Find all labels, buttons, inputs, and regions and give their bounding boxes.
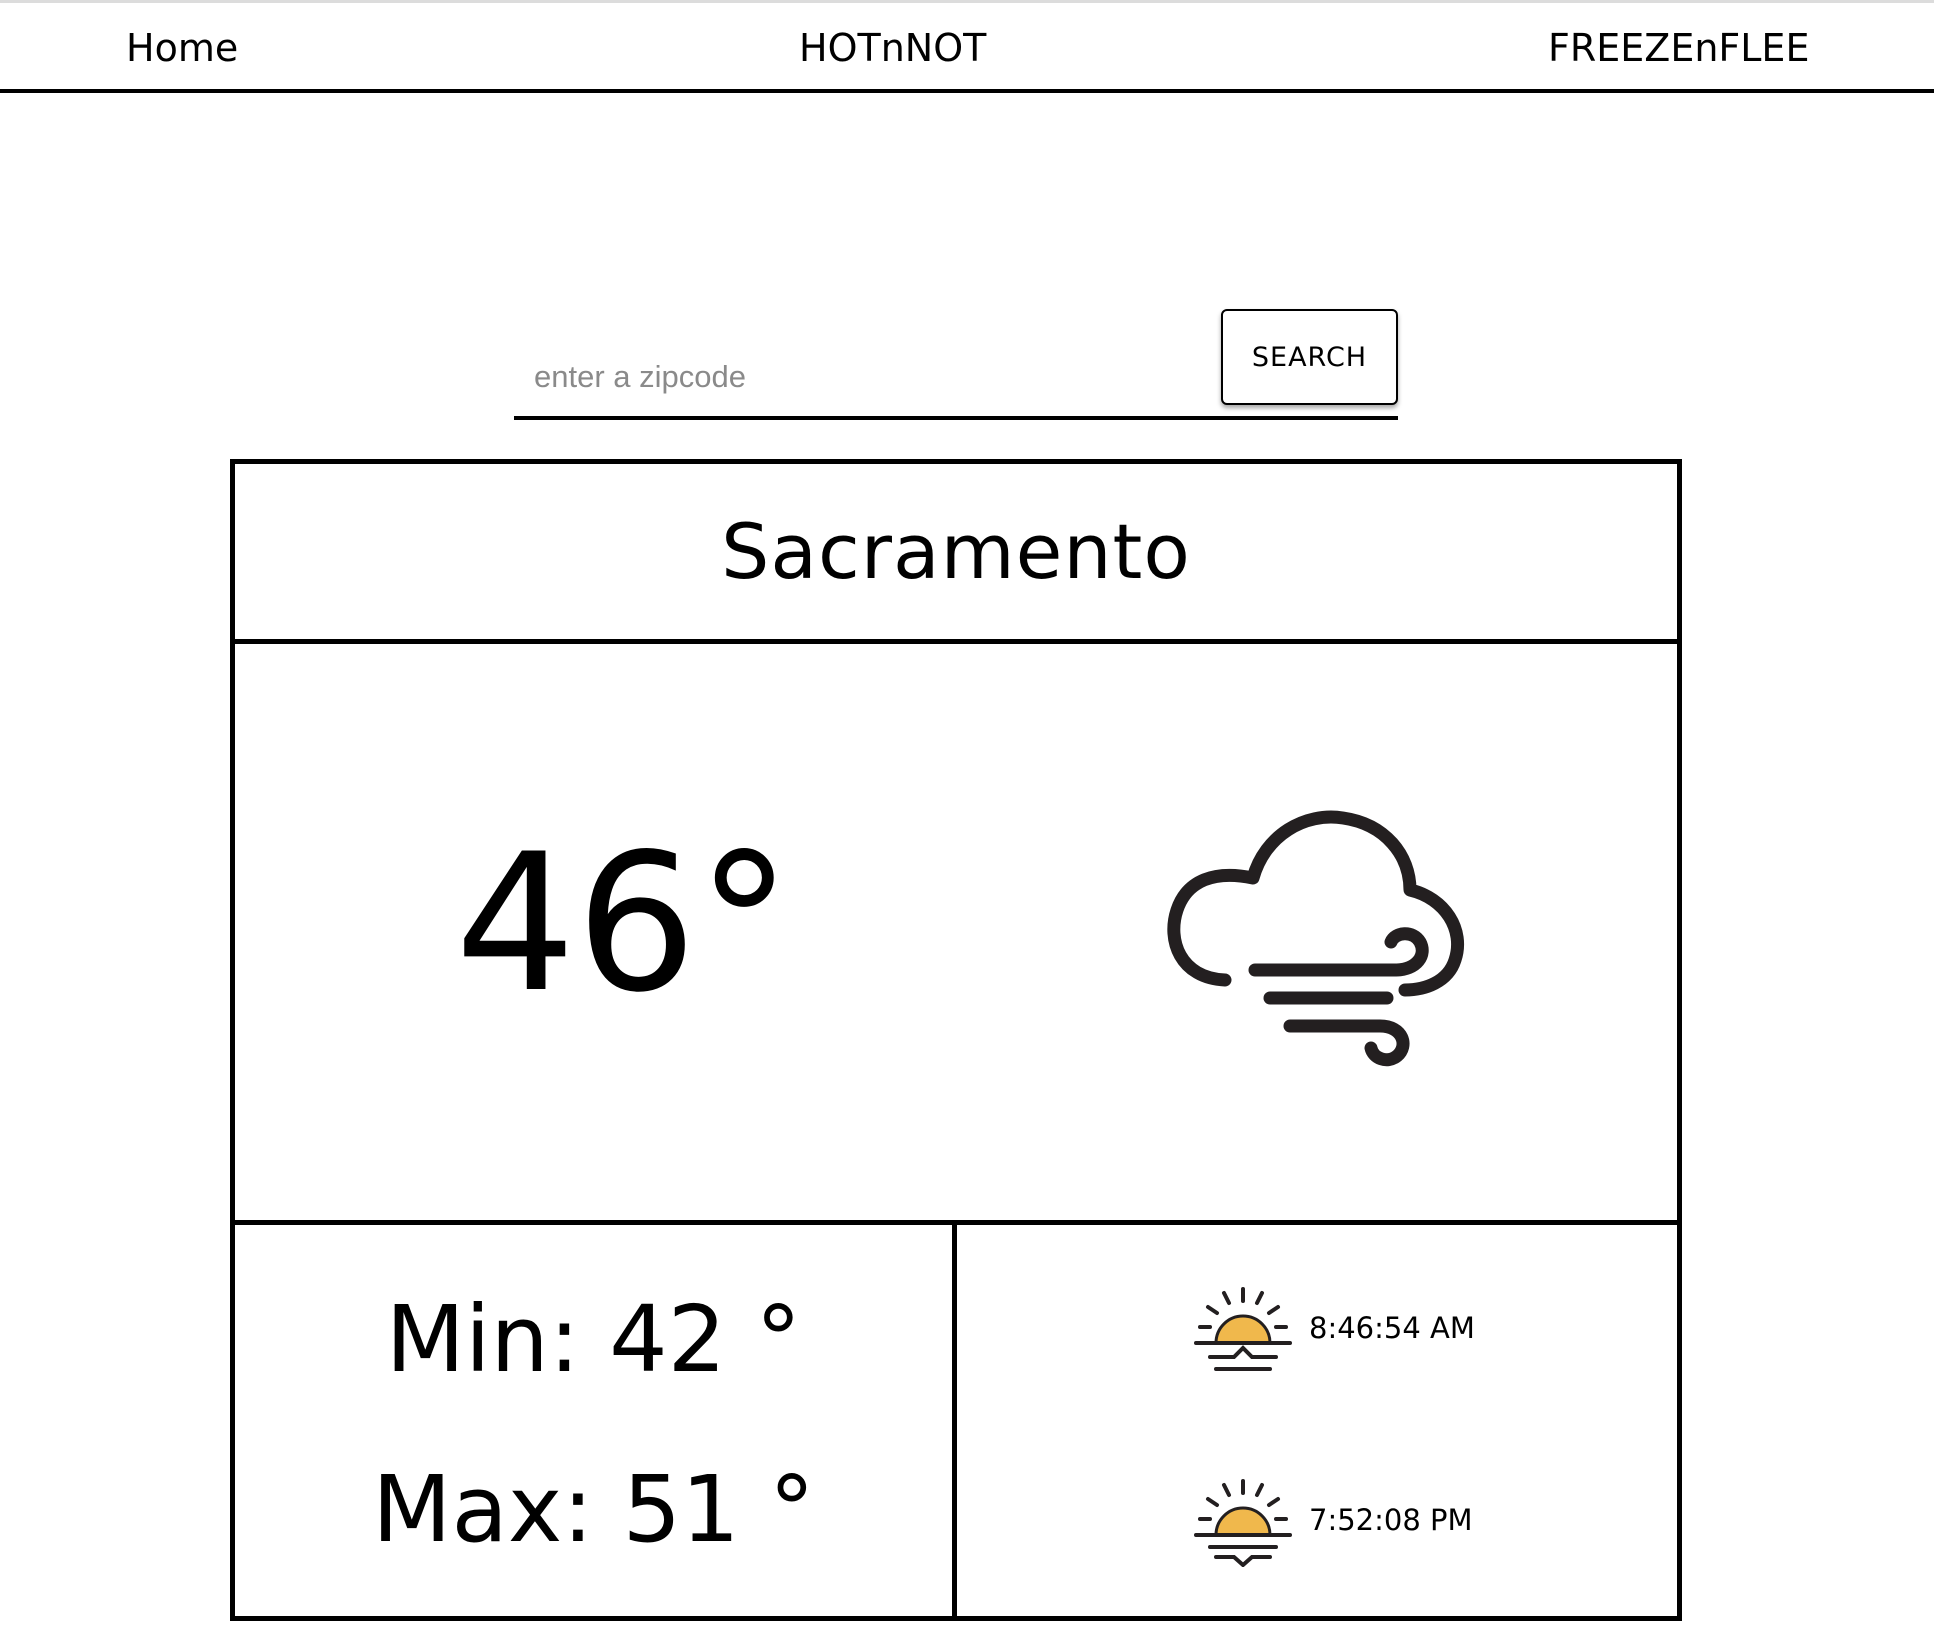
max-temperature: Max: 51 ° [372, 1456, 815, 1563]
nav-link-freezenflee[interactable]: FREEZEnFLEE [1548, 25, 1809, 71]
search-button[interactable]: SEARCH [1221, 309, 1398, 405]
sunrise-time: 8:46:54 AM [1309, 1311, 1475, 1345]
sunrise-item: 8:46:54 AM [957, 1285, 1677, 1395]
city-name: Sacramento [721, 507, 1191, 596]
weather-card: Sacramento 46° Min: 42 ° Max: 51 ° 8:46:… [230, 459, 1682, 1621]
current-temperature: 46° [455, 813, 792, 1034]
details-row: Min: 42 ° Max: 51 ° 8:46:54 AM 7:52:08 P… [235, 1225, 1677, 1616]
sunset-item: 7:52:08 PM [957, 1477, 1677, 1587]
sunrise-icon [1194, 1287, 1292, 1371]
nav-link-hotnnot[interactable]: HOTnNOT [799, 25, 986, 71]
top-navbar: Home HOTnNOT FREEZEnFLEE [0, 0, 1934, 93]
min-max-panel: Min: 42 ° Max: 51 ° [235, 1225, 957, 1616]
nav-link-home[interactable]: Home [126, 25, 238, 71]
windy-cloud-icon [1167, 810, 1465, 1067]
min-temperature: Min: 42 ° [385, 1286, 802, 1393]
sunset-icon [1194, 1479, 1292, 1567]
current-conditions: 46° [235, 644, 1677, 1225]
sun-times-panel: 8:46:54 AM 7:52:08 PM [957, 1225, 1677, 1616]
city-header: Sacramento [235, 464, 1677, 644]
sunset-time: 7:52:08 PM [1309, 1503, 1473, 1537]
